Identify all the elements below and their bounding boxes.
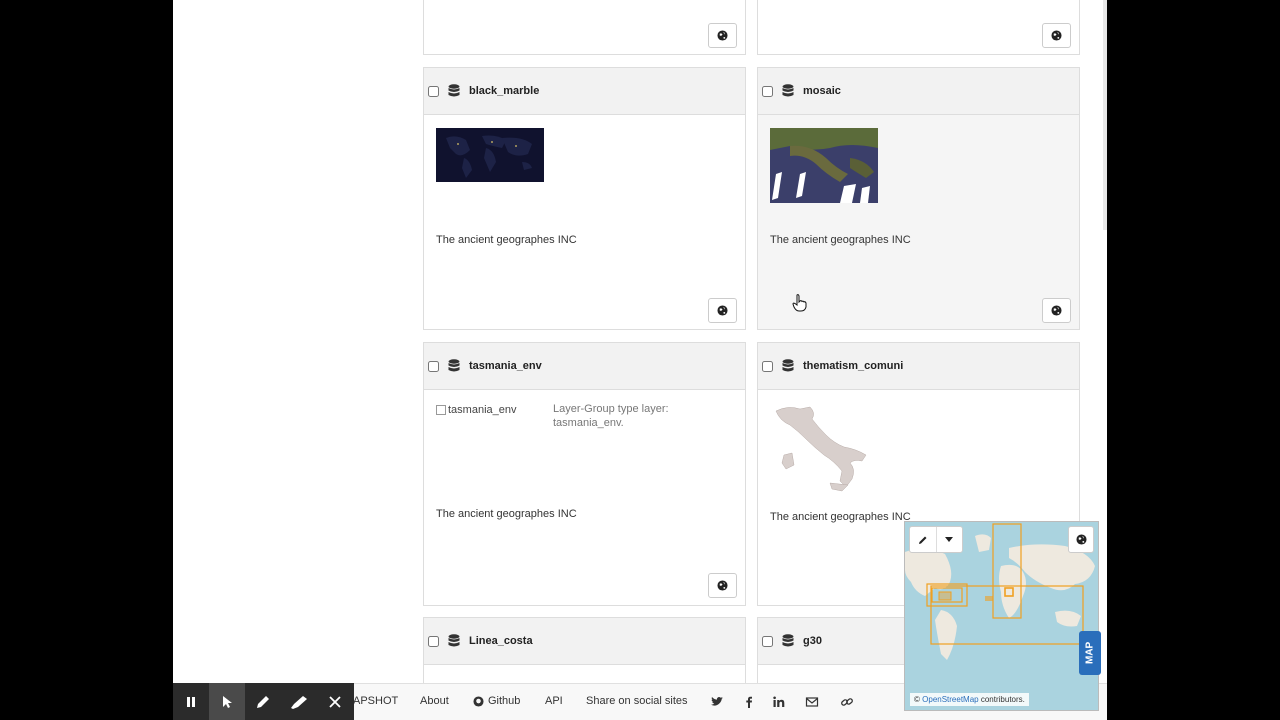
close-icon [329, 695, 341, 708]
openstreetmap-link[interactable]: OpenStreetMap [922, 695, 978, 704]
highlighter-tool-button[interactable] [281, 683, 317, 720]
card-header: Linea_costa [424, 618, 745, 665]
layer-title[interactable]: mosaic [803, 85, 841, 97]
hand-cursor-icon [792, 294, 807, 312]
layer-select-checkbox[interactable] [762, 360, 773, 372]
close-toolbar-button[interactable] [317, 683, 353, 720]
card-header: tasmania_env [424, 343, 745, 390]
card-partial-right [757, 0, 1080, 55]
pen-icon [257, 695, 269, 708]
link-icon[interactable] [840, 695, 854, 709]
layer-select-checkbox[interactable] [762, 85, 773, 97]
layer-title[interactable]: tasmania_env [469, 360, 542, 372]
page-scrollbar[interactable] [1103, 0, 1107, 720]
globe-icon [1051, 30, 1062, 41]
github-icon[interactable] [473, 696, 484, 707]
layer-description: Layer-Group type layer: tasmania_env. [553, 403, 669, 429]
recorder-toolbar [173, 683, 354, 720]
broken-image-icon [436, 405, 446, 415]
layer-card-black-marble: black_marble The ancient geographes INC [423, 67, 746, 330]
zoom-to-layer-button[interactable] [1042, 298, 1071, 323]
layer-attribution: The ancient geographes INC [436, 508, 577, 520]
layer-title[interactable]: black_marble [469, 85, 539, 97]
layer-title[interactable]: thematism_comuni [803, 360, 903, 372]
database-icon [782, 84, 794, 97]
layer-thumbnail[interactable] [770, 128, 878, 203]
map-draw-tools [909, 526, 963, 553]
thumbnail-alt-text: tasmania_env [448, 404, 517, 416]
email-icon[interactable] [805, 695, 819, 709]
globe-icon [717, 305, 728, 316]
highlighter-icon [291, 695, 307, 709]
card-header: black_marble [424, 68, 745, 115]
pointer-tool-button[interactable] [209, 683, 245, 720]
layer-select-checkbox[interactable] [428, 635, 439, 647]
layer-thumbnail-broken[interactable]: tasmania_env [436, 404, 517, 416]
layer-select-checkbox[interactable] [428, 360, 439, 372]
map-panel-toggle[interactable]: MAP [1079, 631, 1101, 675]
database-icon [782, 359, 794, 372]
mini-map[interactable]: © OpenStreetMap contributors. [904, 521, 1099, 711]
share-label: Share on social sites [586, 695, 688, 707]
layer-card-mosaic: mosaic The ancient geographes INC [757, 67, 1080, 330]
layer-attribution: The ancient geographes INC [770, 234, 911, 246]
about-link[interactable]: About [420, 695, 449, 707]
scrollbar-thumb[interactable] [1103, 0, 1107, 230]
layer-title[interactable]: Linea_costa [469, 635, 533, 647]
layer-card-tasmania-env: tasmania_env tasmania_env Layer-Group ty… [423, 342, 746, 606]
globe-icon [717, 30, 728, 41]
database-icon [448, 359, 460, 372]
map-tab-label: MAP [1084, 641, 1096, 665]
zoom-to-layer-button[interactable] [708, 573, 737, 598]
globe-icon [1051, 305, 1062, 316]
facebook-icon[interactable] [742, 695, 756, 709]
card-header: thematism_comuni [758, 343, 1079, 390]
layer-title[interactable]: g30 [803, 635, 822, 647]
pause-icon [187, 696, 195, 707]
card-header: mosaic [758, 68, 1079, 115]
draw-options-dropdown[interactable] [935, 527, 963, 552]
attribution-copyright: © [914, 695, 920, 704]
draw-bbox-button[interactable] [910, 527, 936, 552]
zoom-to-layer-button[interactable] [708, 298, 737, 323]
database-icon [448, 84, 460, 97]
api-link[interactable]: API [545, 695, 563, 707]
layer-thumbnail[interactable] [770, 403, 870, 493]
pause-button[interactable] [173, 683, 209, 720]
card-partial-left [423, 0, 746, 55]
pencil-icon [918, 536, 927, 544]
globe-icon [717, 580, 728, 591]
map-zoom-world-button[interactable] [1068, 526, 1094, 553]
layer-attribution: The ancient geographes INC [436, 234, 577, 246]
zoom-to-layer-button[interactable] [708, 23, 737, 48]
database-icon [448, 634, 460, 647]
layer-attribution: The ancient geographes INC [770, 511, 911, 523]
attribution-suffix: contributors. [980, 695, 1025, 704]
linkedin-icon[interactable] [772, 695, 786, 709]
github-link[interactable]: Github [488, 695, 520, 707]
map-attribution: © OpenStreetMap contributors. [910, 693, 1029, 706]
database-icon [782, 634, 794, 647]
pen-tool-button[interactable] [245, 683, 281, 720]
globe-icon [1075, 534, 1087, 545]
zoom-to-layer-button[interactable] [1042, 23, 1071, 48]
layer-thumbnail[interactable] [436, 128, 544, 182]
cursor-icon [223, 695, 232, 708]
twitter-icon[interactable] [710, 695, 724, 709]
caret-down-icon [945, 537, 954, 542]
layer-select-checkbox[interactable] [762, 635, 773, 647]
snapshot-link[interactable]: APSHOT [353, 695, 398, 707]
layer-select-checkbox[interactable] [428, 85, 439, 97]
